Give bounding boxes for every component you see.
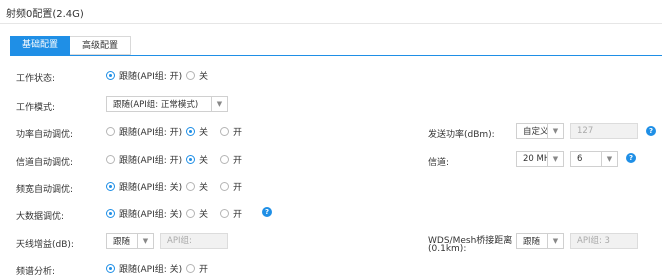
chevron-down-icon: ▼	[547, 234, 563, 248]
spectrum-follow-option[interactable]: 跟随(API组: 关)	[106, 262, 182, 275]
radio-icon	[106, 264, 115, 273]
work-state-label: 工作状态:	[16, 74, 56, 84]
chevron-down-icon: ▼	[547, 124, 563, 138]
radio-icon	[106, 182, 115, 191]
tx-power-input[interactable]: 127	[570, 123, 638, 139]
work-mode-select[interactable]: 跟随(API组: 正常模式) ▼	[106, 96, 228, 112]
channel-auto-off-option[interactable]: 关	[186, 153, 208, 166]
bigdata-label: 大数据调优:	[16, 212, 65, 222]
chevron-down-icon: ▼	[547, 152, 563, 166]
channel-bandwidth-select[interactable]: 20 MHz ▼	[516, 151, 564, 167]
work-state-off-option[interactable]: 关	[186, 69, 208, 82]
channel-help-icon[interactable]: ?	[626, 153, 636, 163]
antenna-gain-label: 天线增益(dB):	[16, 240, 74, 250]
tab-bar: 基础配置 高级配置	[10, 36, 132, 55]
antenna-gain-select[interactable]: 跟随 ▼	[106, 233, 154, 249]
wds-label-line2: (0.1km):	[428, 244, 467, 254]
channel-label: 信道:	[428, 158, 450, 168]
chevron-down-icon: ▼	[137, 234, 153, 248]
antenna-gain-input[interactable]: API组:	[160, 233, 228, 249]
channel-auto-follow-option[interactable]: 跟随(API组: 开)	[106, 153, 182, 166]
radio-icon	[106, 155, 115, 164]
power-auto-label: 功率自动调优:	[16, 130, 74, 140]
power-auto-off-option[interactable]: 关	[186, 125, 208, 138]
tx-power-help-icon[interactable]: ?	[646, 126, 656, 136]
radio-icon	[220, 155, 229, 164]
page-title: 射频0配置(2.4G)	[6, 9, 84, 20]
chevron-down-icon: ▼	[601, 152, 617, 166]
radio-icon	[186, 71, 195, 80]
wds-distance-select[interactable]: 跟随 ▼	[516, 233, 564, 249]
bandwidth-auto-on-option[interactable]: 开	[220, 180, 242, 193]
bandwidth-auto-label: 频宽自动调优:	[16, 185, 74, 195]
channel-auto-on-option[interactable]: 开	[220, 153, 242, 166]
radio-icon	[220, 127, 229, 136]
power-auto-follow-option[interactable]: 跟随(API组: 开)	[106, 125, 182, 138]
radio-icon	[186, 127, 195, 136]
radio-icon	[220, 182, 229, 191]
tab-basic-config[interactable]: 基础配置	[10, 36, 71, 55]
bigdata-follow-option[interactable]: 跟随(API组: 关)	[106, 207, 182, 220]
radio-icon	[186, 264, 195, 273]
power-auto-on-option[interactable]: 开	[220, 125, 242, 138]
tab-advanced-config[interactable]: 高级配置	[70, 36, 132, 55]
channel-number-select[interactable]: 6 ▼	[570, 151, 618, 167]
radio-icon	[186, 182, 195, 191]
tx-power-label: 发送功率(dBm):	[428, 130, 495, 140]
spectrum-label: 频谱分析:	[16, 267, 56, 277]
work-mode-label: 工作模式:	[16, 103, 56, 113]
radio-icon	[186, 209, 195, 218]
radio-icon	[106, 209, 115, 218]
radio-icon	[106, 71, 115, 80]
radio-icon	[186, 155, 195, 164]
bigdata-off-option[interactable]: 关	[186, 207, 208, 220]
radio-icon	[106, 127, 115, 136]
radio-icon	[220, 209, 229, 218]
bandwidth-auto-off-option[interactable]: 关	[186, 180, 208, 193]
tx-power-mode-select[interactable]: 自定义 ▼	[516, 123, 564, 139]
tab-underline	[10, 55, 662, 56]
work-state-follow-option[interactable]: 跟随(API组: 开)	[106, 69, 182, 82]
bandwidth-auto-follow-option[interactable]: 跟随(API组: 关)	[106, 180, 182, 193]
title-divider	[0, 23, 662, 24]
channel-auto-label: 信道自动调优:	[16, 158, 74, 168]
spectrum-on-option[interactable]: 开	[186, 262, 208, 275]
bigdata-on-option[interactable]: 开	[220, 207, 242, 220]
chevron-down-icon: ▼	[211, 97, 227, 111]
bigdata-help-icon[interactable]: ?	[262, 207, 272, 217]
wds-distance-input[interactable]: API组: 3	[570, 233, 638, 249]
